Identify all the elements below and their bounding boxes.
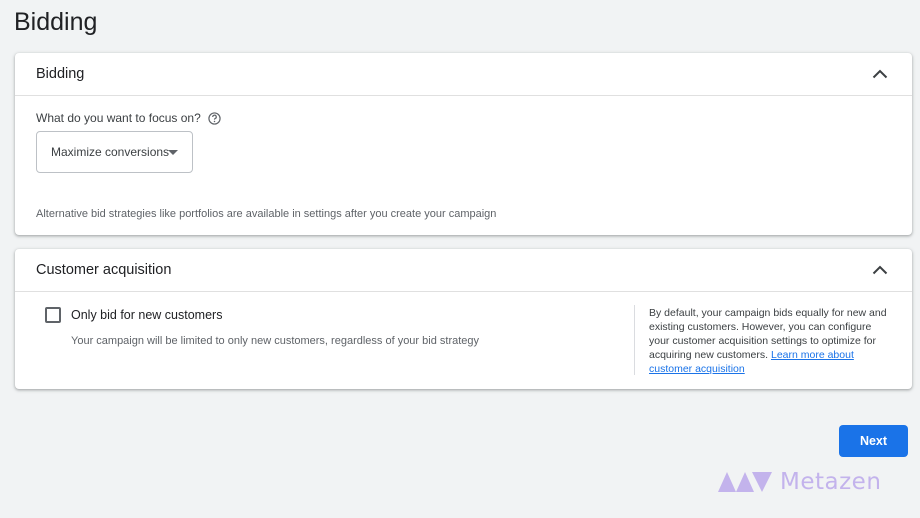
new-customers-option: Only bid for new customers (45, 307, 222, 323)
metazen-watermark: Metazen (718, 469, 881, 495)
chevron-up-icon[interactable] (868, 62, 892, 86)
new-customers-label[interactable]: Only bid for new customers (71, 308, 222, 322)
focus-question: What do you want to focus on? (36, 111, 222, 125)
alternative-strategies-note: Alternative bid strategies like portfoli… (36, 208, 497, 220)
watermark-text: Metazen (780, 469, 882, 495)
focus-label: What do you want to focus on? (36, 111, 201, 125)
new-customers-description: Your campaign will be limited to only ne… (71, 335, 480, 347)
customer-acquisition-card: Customer acquisition Only bid for new cu… (15, 249, 912, 389)
chevron-up-icon[interactable] (868, 258, 892, 282)
bidding-card: Bidding What do you want to focus on? Ma… (15, 53, 912, 235)
focus-select-value: Maximize conversions (51, 145, 170, 159)
customer-acquisition-header[interactable]: Customer acquisition (15, 249, 912, 292)
acquisition-help-text: By default, your campaign bids equally f… (649, 306, 889, 376)
caret-down-icon (168, 150, 178, 155)
new-customers-checkbox[interactable] (45, 307, 61, 323)
bidding-card-title: Bidding (36, 66, 85, 82)
customer-acquisition-title: Customer acquisition (36, 262, 172, 278)
metazen-logo-icon (718, 472, 772, 492)
bidding-card-header[interactable]: Bidding (15, 53, 912, 96)
next-button[interactable]: Next (839, 425, 908, 457)
divider (634, 305, 635, 375)
focus-select[interactable]: Maximize conversions (36, 131, 193, 173)
page-title: Bidding (14, 8, 98, 36)
help-circle-icon[interactable] (208, 111, 222, 125)
